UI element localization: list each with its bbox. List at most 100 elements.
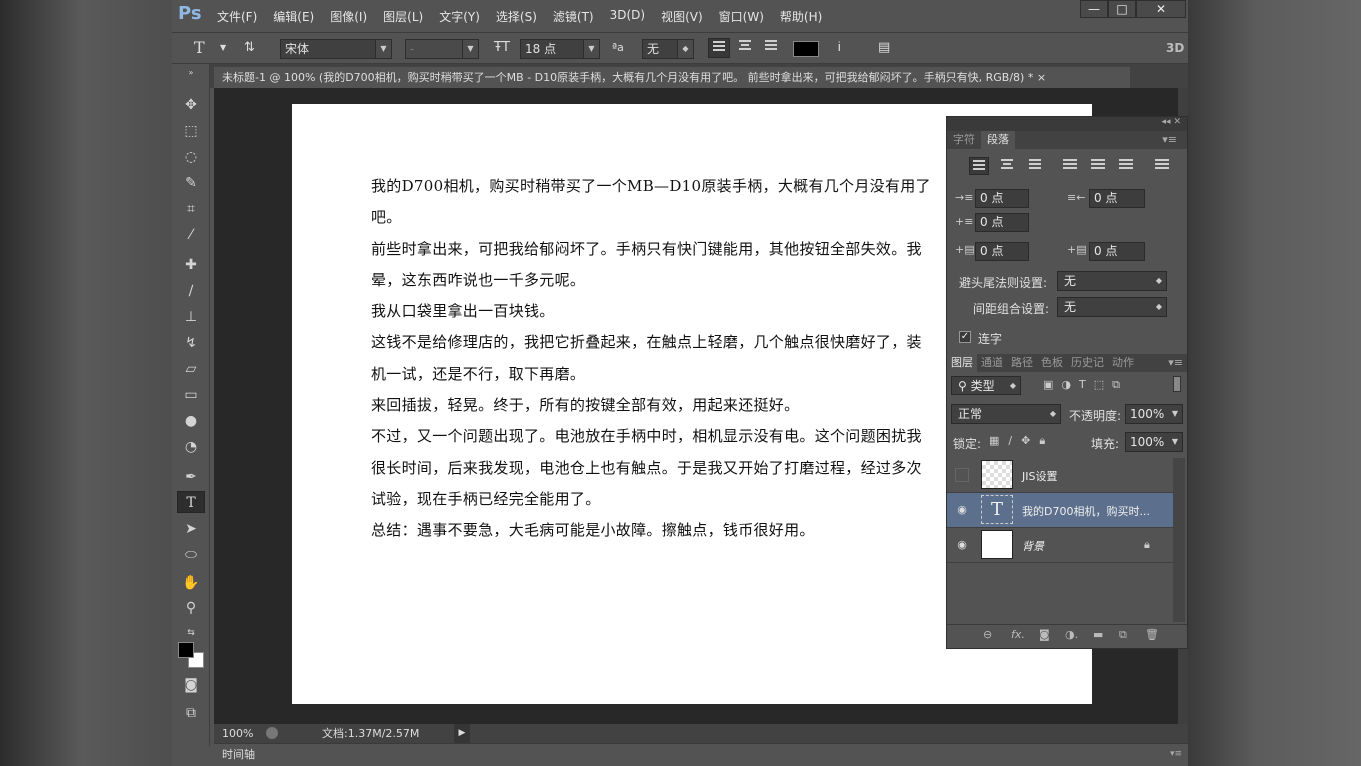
tab-paths[interactable]: 路径 bbox=[1007, 354, 1037, 372]
collapse-icon[interactable]: ◂◂ bbox=[1162, 117, 1171, 127]
visibility-toggle[interactable] bbox=[955, 468, 969, 482]
layer-filter-select[interactable]: ⚲ 类型 ◆ bbox=[951, 376, 1021, 395]
3d-mode-icon[interactable]: 3D bbox=[1166, 38, 1184, 58]
warp-text-icon[interactable]: Ꭵ bbox=[838, 38, 841, 58]
delete-layer-icon[interactable]: 🗑︎ bbox=[1145, 628, 1159, 641]
indent-first-line-field[interactable]: 0 点 bbox=[975, 213, 1029, 232]
justify-last-left-icon[interactable] bbox=[1060, 157, 1080, 175]
indent-left-field[interactable]: 0 点 bbox=[975, 189, 1029, 208]
tab-channels[interactable]: 通道 bbox=[977, 354, 1007, 372]
tab-paragraph[interactable]: 段落 bbox=[981, 131, 1015, 149]
eyedropper-tool-icon[interactable]: ⁄ bbox=[177, 224, 205, 246]
justify-all-icon[interactable] bbox=[1152, 157, 1172, 175]
minimize-button[interactable]: — bbox=[1080, 0, 1108, 18]
kinsoku-select[interactable]: 无 ◆ bbox=[1057, 271, 1167, 291]
tab-swatches[interactable]: 色板 bbox=[1037, 354, 1067, 372]
tab-history[interactable]: 历史记 bbox=[1067, 354, 1108, 372]
tab-character[interactable]: 字符 bbox=[947, 131, 981, 149]
fx-icon[interactable]: fx. bbox=[1011, 628, 1025, 641]
align-left-icon[interactable] bbox=[708, 38, 730, 58]
close-button[interactable]: ✕ bbox=[1136, 0, 1186, 18]
blend-mode-select[interactable]: 正常 ◆ bbox=[951, 404, 1061, 424]
character-panel-icon[interactable]: ▤ bbox=[878, 38, 890, 58]
type-tool-icon[interactable]: T bbox=[177, 491, 205, 513]
tab-close-icon[interactable]: × bbox=[1037, 71, 1046, 84]
layers-scrollbar[interactable] bbox=[1173, 458, 1185, 622]
adjustment-layer-icon[interactable]: ◑. bbox=[1065, 628, 1078, 641]
link-layers-icon[interactable]: ⊖ bbox=[983, 628, 992, 641]
lasso-tool-icon[interactable]: ◌ bbox=[177, 146, 205, 168]
panel-menu-icon[interactable]: ▾≡ bbox=[1170, 744, 1182, 764]
screen-mode-icon[interactable]: ⧉ bbox=[177, 702, 205, 724]
filter-toggle[interactable] bbox=[1173, 376, 1181, 392]
layer-filter-icons[interactable]: ▣◑T⬚⧉ bbox=[1043, 378, 1128, 392]
menu-layer[interactable]: 图层(L) bbox=[383, 8, 423, 25]
font-family-select[interactable]: 宋体 ▼ bbox=[280, 39, 392, 59]
document-text[interactable]: 我的D700相机，购买时稍带买了一个MB—D10原装手柄，大概有几个月没有用了吧… bbox=[371, 171, 931, 547]
add-mask-icon[interactable]: ◙ bbox=[1039, 628, 1050, 641]
quick-mask-icon[interactable]: ◙ bbox=[177, 674, 205, 696]
layer-name[interactable]: 背景 bbox=[1022, 538, 1044, 554]
zoom-level[interactable]: 100% bbox=[222, 724, 253, 743]
space-after-field[interactable]: 0 点 bbox=[1089, 242, 1145, 261]
new-group-icon[interactable]: ▬ bbox=[1093, 628, 1103, 641]
tab-actions[interactable]: 动作 bbox=[1108, 354, 1138, 372]
indent-right-field[interactable]: 0 点 bbox=[1089, 189, 1145, 208]
fill-field[interactable]: 100% ▼ bbox=[1125, 432, 1183, 452]
dodge-tool-icon[interactable]: ◔ bbox=[177, 436, 205, 458]
menu-window[interactable]: 窗口(W) bbox=[719, 8, 764, 25]
healing-brush-tool-icon[interactable]: ✚ bbox=[177, 254, 205, 276]
layer-row[interactable]: ◉ 背景 🔒︎ bbox=[947, 528, 1173, 563]
status-arrow-icon[interactable]: ▶ bbox=[454, 724, 470, 743]
layer-row[interactable]: JIS设置 bbox=[947, 458, 1173, 493]
text-tool-preset-icon[interactable]: T bbox=[194, 38, 205, 58]
text-color-swatch[interactable] bbox=[793, 41, 819, 57]
maximize-button[interactable]: □ bbox=[1108, 0, 1136, 18]
stamp-tool-icon[interactable]: ⊥ bbox=[177, 306, 205, 328]
layer-name[interactable]: 我的D700相机，购买时... bbox=[1022, 503, 1150, 519]
ellipse-tool-icon[interactable]: ⬭ bbox=[177, 544, 205, 566]
justify-last-right-icon[interactable] bbox=[1116, 157, 1136, 175]
panel-menu-icon[interactable]: ▾≡ bbox=[1156, 131, 1183, 149]
font-style-select[interactable]: - ▼ bbox=[405, 39, 479, 59]
marquee-tool-icon[interactable]: ⬚ bbox=[177, 120, 205, 142]
menu-edit[interactable]: 编辑(E) bbox=[273, 8, 314, 25]
layer-name[interactable]: JIS设置 bbox=[1022, 468, 1057, 484]
status-info-icon[interactable] bbox=[266, 727, 278, 739]
layer-row[interactable]: ◉ T 我的D700相机，购买时... bbox=[947, 493, 1173, 528]
toggle-orientation-icon[interactable]: ⇅ bbox=[244, 38, 255, 58]
pen-tool-icon[interactable]: ✒ bbox=[177, 466, 205, 488]
eraser-tool-icon[interactable]: ▱ bbox=[177, 358, 205, 380]
eye-icon[interactable]: ◉ bbox=[955, 503, 969, 517]
hyphenate-checkbox[interactable]: ✓ bbox=[959, 331, 971, 343]
document-tab[interactable]: 未标题-1 @ 100% (我的D700相机，购买时稍带买了一个MB - D10… bbox=[214, 67, 1130, 88]
antialias-select[interactable]: 无 ◆ bbox=[642, 39, 694, 59]
foreground-color-swatch[interactable] bbox=[178, 642, 194, 658]
align-center-icon[interactable] bbox=[734, 38, 756, 58]
zoom-tool-icon[interactable]: ⚲ bbox=[177, 597, 205, 619]
mojikumi-select[interactable]: 无 ◆ bbox=[1057, 297, 1167, 317]
swap-colors-icon[interactable]: ⇆ bbox=[177, 622, 205, 644]
opacity-field[interactable]: 100% ▼ bbox=[1125, 404, 1183, 424]
history-brush-tool-icon[interactable]: ↯ bbox=[177, 332, 205, 354]
gradient-tool-icon[interactable]: ▭ bbox=[177, 384, 205, 406]
panel-close-icon[interactable]: ✕ bbox=[1173, 117, 1181, 127]
menu-select[interactable]: 选择(S) bbox=[496, 8, 537, 25]
menu-3d[interactable]: 3D(D) bbox=[610, 8, 645, 25]
align-left-icon[interactable] bbox=[969, 157, 989, 175]
menu-help[interactable]: 帮助(H) bbox=[780, 8, 822, 25]
blur-tool-icon[interactable]: ● bbox=[177, 410, 205, 432]
preset-chevron-icon[interactable]: ▼ bbox=[220, 38, 226, 58]
crop-tool-icon[interactable]: ⌗ bbox=[177, 198, 205, 220]
menu-file[interactable]: 文件(F) bbox=[217, 8, 257, 25]
brush-tool-icon[interactable]: ∕ bbox=[177, 280, 205, 302]
eye-icon[interactable]: ◉ bbox=[955, 538, 969, 552]
justify-last-center-icon[interactable] bbox=[1088, 157, 1108, 175]
new-layer-icon[interactable]: ⧉ bbox=[1119, 628, 1127, 642]
toolbar-collapse-icon[interactable]: » bbox=[177, 68, 205, 78]
tab-layers[interactable]: 图层 bbox=[947, 354, 977, 372]
menu-filter[interactable]: 滤镜(T) bbox=[553, 8, 594, 25]
align-center-icon[interactable] bbox=[997, 157, 1017, 175]
lock-icons[interactable]: ▦∕✥🔒︎ bbox=[989, 434, 1054, 448]
font-size-select[interactable]: 18 点 ▼ bbox=[520, 39, 600, 59]
